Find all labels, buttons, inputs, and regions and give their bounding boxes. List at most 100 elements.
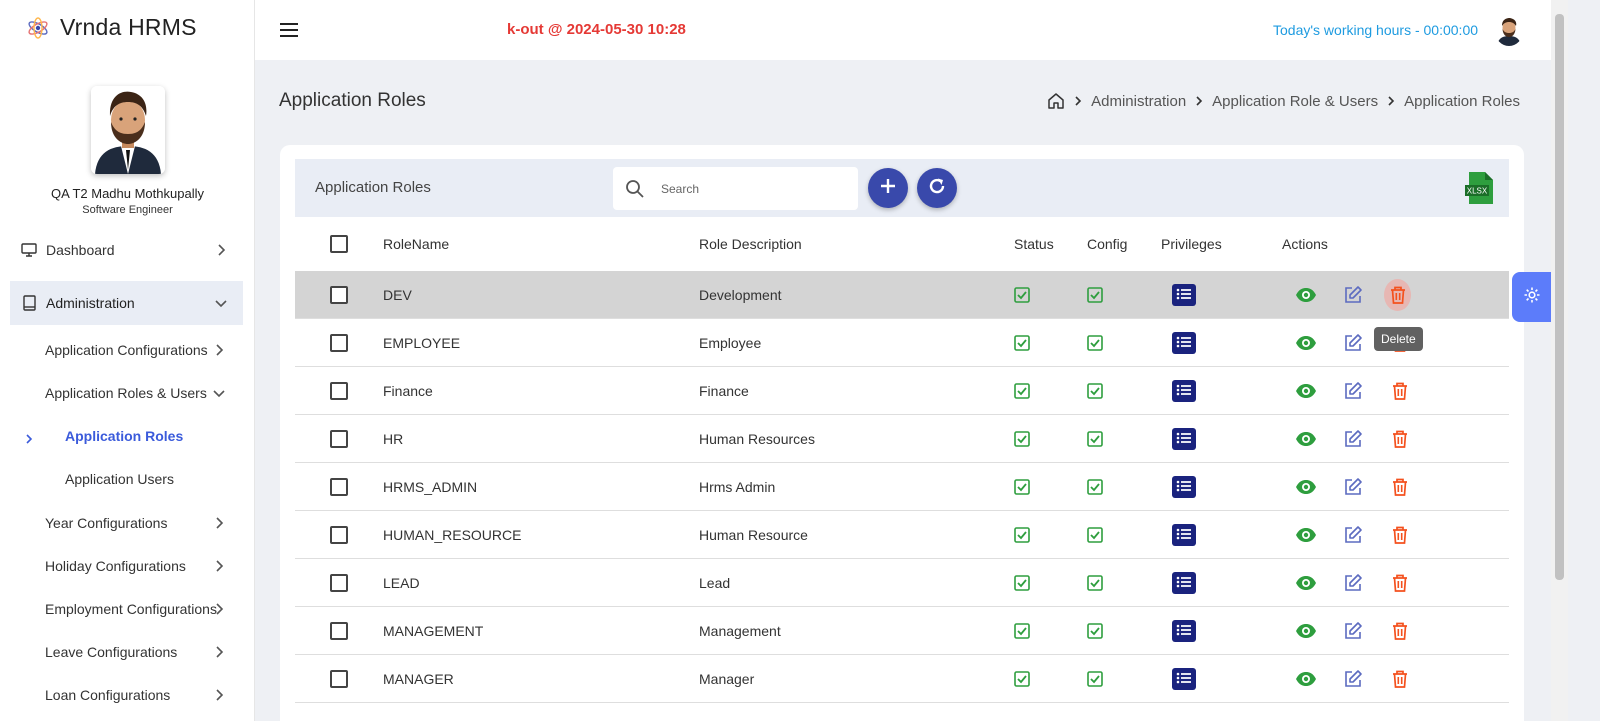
delete-trash-icon[interactable]: [1389, 572, 1411, 594]
delete-trash-icon[interactable]: [1389, 380, 1411, 402]
row-checkbox[interactable]: [330, 333, 348, 352]
privileges-button[interactable]: [1172, 523, 1196, 546]
view-eye-icon[interactable]: [1295, 428, 1317, 450]
view-eye-icon[interactable]: [1295, 380, 1317, 402]
delete-trash-icon[interactable]: [1389, 668, 1411, 690]
sidebar-item-employment-configurations[interactable]: Employment Configurations: [45, 591, 235, 627]
breadcrumb-item[interactable]: Application Role & Users: [1212, 93, 1378, 110]
view-eye-icon[interactable]: [1295, 668, 1317, 690]
edit-icon[interactable]: [1342, 332, 1364, 354]
edit-icon[interactable]: [1342, 668, 1364, 690]
config-check-icon[interactable]: [1087, 319, 1103, 366]
status-check-icon[interactable]: [1014, 511, 1030, 558]
row-checkbox[interactable]: [330, 381, 348, 400]
sidebar-item-application-roles-users[interactable]: Application Roles & Users: [45, 375, 235, 411]
table-row[interactable]: MANAGEMENT Management: [295, 607, 1509, 655]
table-row[interactable]: MANAGER Manager: [295, 655, 1509, 703]
privileges-button[interactable]: [1172, 283, 1196, 306]
table-row[interactable]: HRMS_ADMIN Hrms Admin: [295, 463, 1509, 511]
edit-icon[interactable]: [1342, 284, 1364, 306]
config-check-icon[interactable]: [1087, 463, 1103, 510]
search-input[interactable]: [661, 181, 831, 196]
delete-trash-icon[interactable]: [1389, 524, 1411, 546]
delete-trash-icon[interactable]: [1389, 620, 1411, 642]
row-checkbox[interactable]: [330, 429, 348, 448]
user-avatar[interactable]: [1495, 16, 1523, 46]
add-role-button[interactable]: [868, 168, 908, 208]
sidebar-item-loan-configurations[interactable]: Loan Configurations: [45, 677, 235, 713]
sidebar-item-holiday-configurations[interactable]: Holiday Configurations: [45, 548, 235, 584]
status-check-icon[interactable]: [1014, 607, 1030, 654]
status-check-icon[interactable]: [1014, 559, 1030, 606]
edit-icon[interactable]: [1342, 476, 1364, 498]
config-check-icon[interactable]: [1087, 271, 1103, 318]
view-eye-icon[interactable]: [1295, 284, 1317, 306]
brand[interactable]: Vrnda HRMS: [26, 14, 197, 41]
table-row[interactable]: HUMAN_RESOURCE Human Resource: [295, 511, 1509, 559]
row-checkbox[interactable]: [330, 285, 348, 304]
edit-icon[interactable]: [1342, 380, 1364, 402]
sidebar-item-application-roles[interactable]: Application Roles: [65, 418, 235, 454]
breadcrumb-item[interactable]: Administration: [1091, 93, 1186, 110]
home-icon[interactable]: [1047, 92, 1065, 110]
privileges-button[interactable]: [1172, 331, 1196, 354]
sidebar-item-leave-configurations[interactable]: Leave Configurations: [45, 634, 235, 670]
privileges-button[interactable]: [1172, 427, 1196, 450]
sidebar-item-year-configurations[interactable]: Year Configurations: [45, 505, 235, 541]
export-xlsx-button[interactable]: XLSX: [1465, 171, 1495, 205]
sidebar-item-dashboard[interactable]: Dashboard: [10, 228, 243, 272]
table-row[interactable]: HR Human Resources: [295, 415, 1509, 463]
edit-icon[interactable]: [1342, 428, 1364, 450]
sidebar-item-administration[interactable]: Administration: [10, 281, 243, 325]
view-eye-icon[interactable]: [1295, 332, 1317, 354]
scrollbar-thumb[interactable]: [1555, 14, 1564, 580]
edit-icon[interactable]: [1342, 524, 1364, 546]
table-row[interactable]: DEV Development: [295, 271, 1509, 319]
edit-icon[interactable]: [1342, 572, 1364, 594]
row-checkbox[interactable]: [330, 525, 348, 544]
table-row[interactable]: Finance Finance: [295, 367, 1509, 415]
config-check-icon[interactable]: [1087, 367, 1103, 414]
status-check-icon[interactable]: [1014, 319, 1030, 366]
sidebar-item-application-users[interactable]: Application Users: [65, 461, 235, 497]
delete-trash-icon[interactable]: [1389, 476, 1411, 498]
config-check-icon[interactable]: [1087, 655, 1103, 702]
view-eye-icon[interactable]: [1295, 620, 1317, 642]
page-scrollbar[interactable]: [1551, 0, 1568, 721]
refresh-button[interactable]: [917, 168, 957, 208]
settings-button[interactable]: [1512, 272, 1552, 322]
status-check-icon[interactable]: [1014, 271, 1030, 318]
row-checkbox[interactable]: [330, 477, 348, 496]
sidebar-item-application-configurations[interactable]: Application Configurations: [45, 332, 235, 368]
config-check-icon[interactable]: [1087, 511, 1103, 558]
profile-avatar[interactable]: [90, 86, 165, 174]
privileges-button[interactable]: [1172, 667, 1196, 690]
view-eye-icon[interactable]: [1295, 572, 1317, 594]
table-row[interactable]: EMPLOYEE Employee: [295, 319, 1509, 367]
menu-icon[interactable]: [279, 22, 299, 38]
privileges-button[interactable]: [1172, 379, 1196, 402]
header-rolename[interactable]: RoleName: [383, 217, 449, 271]
delete-trash-icon[interactable]: [1384, 278, 1411, 311]
delete-trash-icon[interactable]: [1389, 428, 1411, 450]
status-check-icon[interactable]: [1014, 367, 1030, 414]
config-check-icon[interactable]: [1087, 415, 1103, 462]
privileges-button[interactable]: [1172, 475, 1196, 498]
view-eye-icon[interactable]: [1295, 524, 1317, 546]
select-all-checkbox[interactable]: [330, 235, 348, 253]
row-checkbox[interactable]: [330, 621, 348, 640]
table-row[interactable]: LEAD Lead: [295, 559, 1509, 607]
row-checkbox[interactable]: [330, 573, 348, 592]
privileges-button[interactable]: [1172, 571, 1196, 594]
status-check-icon[interactable]: [1014, 415, 1030, 462]
status-check-icon[interactable]: [1014, 655, 1030, 702]
header-role-description[interactable]: Role Description: [699, 217, 802, 271]
row-checkbox[interactable]: [330, 669, 348, 688]
config-check-icon[interactable]: [1087, 607, 1103, 654]
privileges-button[interactable]: [1172, 619, 1196, 642]
edit-icon[interactable]: [1342, 620, 1364, 642]
status-check-icon[interactable]: [1014, 463, 1030, 510]
view-eye-icon[interactable]: [1295, 476, 1317, 498]
role-description: Development: [699, 286, 782, 303]
config-check-icon[interactable]: [1087, 559, 1103, 606]
